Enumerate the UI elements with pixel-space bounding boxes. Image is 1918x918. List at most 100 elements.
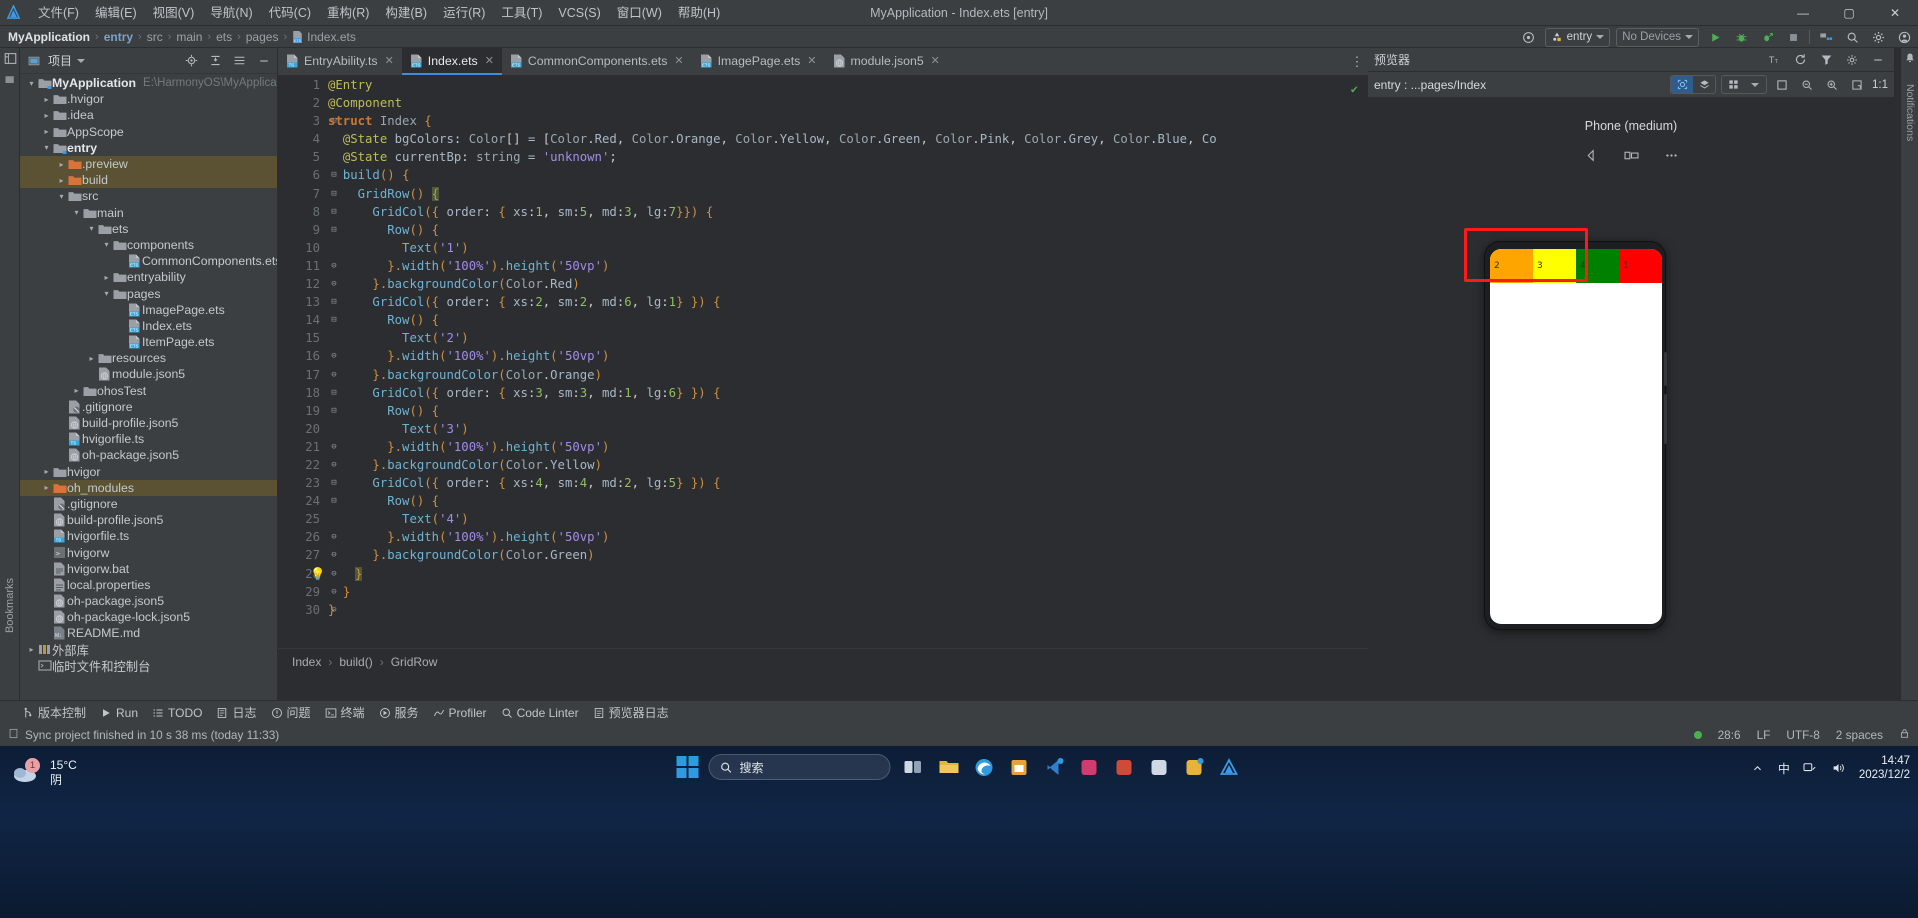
zoom-out-icon[interactable] (1797, 75, 1817, 95)
notifications-label[interactable]: Notifications (1904, 84, 1916, 141)
chevron-down-icon[interactable] (77, 58, 86, 63)
code-line-8[interactable]: GridCol({ order: { xs:1, sm:5, md:3, lg:… (328, 203, 1358, 221)
tool-window-code-linter[interactable]: Code Linter (501, 706, 579, 720)
code-line-20[interactable]: Text('3') (328, 420, 1358, 438)
weather-widget[interactable]: 1 15°C 阴 (12, 758, 77, 788)
tree-row--gitignore[interactable]: .gitignore (20, 496, 277, 512)
breadcrumb-item-5[interactable]: pages (246, 30, 279, 44)
debug-attach-button[interactable] (1757, 27, 1777, 47)
tool-window---[interactable]: 终端 (325, 704, 365, 721)
run-configuration-selector[interactable]: entry (1544, 27, 1611, 47)
tree-row-local-properties[interactable]: local.properties (20, 577, 277, 593)
menu-item-1[interactable]: 编辑(E) (87, 0, 145, 26)
editor-tab-commoncomponents-ets[interactable]: ETS CommonComponents.ets ✕ (502, 48, 692, 75)
tree-row-oh-package-json5[interactable]: oh-package.json5 (20, 447, 277, 463)
taskbar-clock[interactable]: 14:47 2023/12/2 (1859, 754, 1910, 782)
menu-item-2[interactable]: 视图(V) (145, 0, 203, 26)
tree-row-build[interactable]: ▸ build (20, 172, 277, 189)
more-vertical-icon[interactable]: ⋮ (1346, 48, 1368, 75)
tree-row-appscope[interactable]: ▸ AppScope (20, 124, 277, 140)
indent-setting[interactable]: 2 spaces (1836, 728, 1883, 742)
tree-row-commoncomponents-ets[interactable]: ETS CommonComponents.ets (20, 253, 277, 269)
chevron-down-icon[interactable]: ▾ (71, 208, 82, 217)
chrome-icon[interactable] (1181, 754, 1207, 780)
settings-icon[interactable] (230, 51, 249, 70)
tree-row--preview[interactable]: ▸ .preview (20, 155, 277, 173)
code-line-24[interactable]: Row() { (328, 492, 1358, 510)
fit-icon[interactable] (1772, 75, 1792, 95)
device-controls[interactable] (1368, 145, 1894, 165)
account-icon[interactable] (1894, 27, 1914, 47)
lock-icon[interactable] (1899, 728, 1910, 742)
gear-icon[interactable] (1868, 27, 1888, 47)
bookmarks-tool-tab[interactable]: Bookmarks (1, 578, 19, 633)
menu-item-11[interactable]: 帮助(H) (670, 0, 728, 26)
tree-row-components[interactable]: ▾ components (20, 237, 277, 253)
chevron-right-icon[interactable]: ▸ (101, 273, 112, 282)
tree-row---------[interactable]: 临时文件和控制台 (20, 658, 277, 674)
tree-row-src[interactable]: ▾ src (20, 188, 277, 204)
tree-row-itempage-ets[interactable]: ETS ItemPage.ets (20, 334, 277, 350)
search-icon[interactable] (1842, 27, 1862, 47)
harmony-icon[interactable] (1216, 754, 1242, 780)
chevron-right-icon[interactable]: ▸ (56, 176, 67, 185)
code-line-17[interactable]: }.backgroundColor(Color.Orange) (328, 366, 1358, 384)
code-line-30[interactable]: } (328, 601, 1358, 619)
file-explorer-icon[interactable] (936, 754, 962, 780)
menu-item-8[interactable]: 工具(T) (493, 0, 550, 26)
breadcrumb[interactable]: MyApplication › entry › src › main › ets › pages › E… (8, 30, 356, 44)
tree-row-module-json5[interactable]: module.json5 (20, 366, 277, 382)
minimize-icon[interactable] (1868, 50, 1888, 70)
locate-icon[interactable] (182, 51, 201, 70)
tool-window-todo[interactable]: TODO (152, 706, 202, 720)
multi-device-icon[interactable] (1722, 76, 1744, 93)
tool-window-profiler[interactable]: Profiler (433, 706, 487, 720)
refresh-icon[interactable] (1790, 50, 1810, 70)
target-icon[interactable] (1519, 27, 1539, 47)
close-tab-icon[interactable]: ✕ (674, 54, 683, 67)
breadcrumb-item-0[interactable]: MyApplication (8, 30, 90, 44)
tree-row-index-ets[interactable]: ETS Index.ets (20, 318, 277, 334)
chevron-right-icon[interactable]: ▸ (41, 111, 52, 120)
close-tab-icon[interactable]: ✕ (485, 54, 494, 67)
code-line-15[interactable]: Text('2') (328, 329, 1358, 347)
tree-row-myapplication[interactable]: ▾ MyApplication E:\HarmonyOS\MyApplication (20, 75, 277, 91)
code-line-27[interactable]: }.backgroundColor(Color.Green) (328, 546, 1358, 564)
task-view-icon[interactable] (901, 754, 927, 780)
close-button[interactable]: ✕ (1872, 0, 1918, 26)
run-button[interactable] (1705, 27, 1725, 47)
chevron-down-icon[interactable]: ▾ (56, 192, 67, 201)
code-line-26[interactable]: }.width('100%').height('50vp') (328, 528, 1358, 546)
tree-row-imagepage-ets[interactable]: ETS ImagePage.ets (20, 302, 277, 318)
chevron-right-icon[interactable]: ▸ (86, 354, 97, 363)
pdf-icon[interactable] (1111, 754, 1137, 780)
code-line-2[interactable]: @Component (328, 94, 1358, 112)
tree-row-resources[interactable]: ▸ resources (20, 350, 277, 366)
editor-breadcrumb-item-1[interactable]: build() (339, 655, 372, 669)
back-icon[interactable] (1578, 145, 1604, 165)
close-tab-icon[interactable]: ✕ (931, 54, 940, 67)
breadcrumb-item-6[interactable]: Index.ets (307, 30, 356, 44)
chevron-right-icon[interactable]: ▸ (41, 483, 52, 492)
menu-item-6[interactable]: 构建(B) (377, 0, 435, 26)
menu-item-10[interactable]: 窗口(W) (609, 0, 670, 26)
notifications-bell-icon[interactable] (1901, 48, 1918, 64)
text-size-icon[interactable]: TT (1764, 50, 1784, 70)
breadcrumb-item-2[interactable]: src (147, 30, 163, 44)
caret-position[interactable]: 28:6 (1718, 728, 1741, 742)
menu-item-4[interactable]: 代码(C) (261, 0, 319, 26)
store-icon[interactable] (1006, 754, 1032, 780)
vscode-icon[interactable] (1041, 754, 1067, 780)
multi-device-group[interactable] (1721, 75, 1767, 94)
actual-size-icon[interactable] (1847, 75, 1867, 95)
minimize-button[interactable]: — (1780, 0, 1826, 26)
rotate-icon[interactable] (1618, 145, 1644, 165)
chevron-down-icon[interactable]: ▾ (101, 289, 112, 298)
editor-tab-index-ets[interactable]: ETS Index.ets ✕ (401, 48, 502, 75)
ime-indicator[interactable]: 中 (1778, 760, 1790, 777)
tool-window------[interactable]: 预览器日志 (593, 704, 669, 721)
tree-row-entryability[interactable]: ▸ entryability (20, 269, 277, 285)
chevron-right-icon[interactable]: ▸ (71, 386, 82, 395)
tool-window-run[interactable]: Run (100, 706, 138, 720)
tree-row-readme-md[interactable]: M↓ README.md (20, 625, 277, 641)
